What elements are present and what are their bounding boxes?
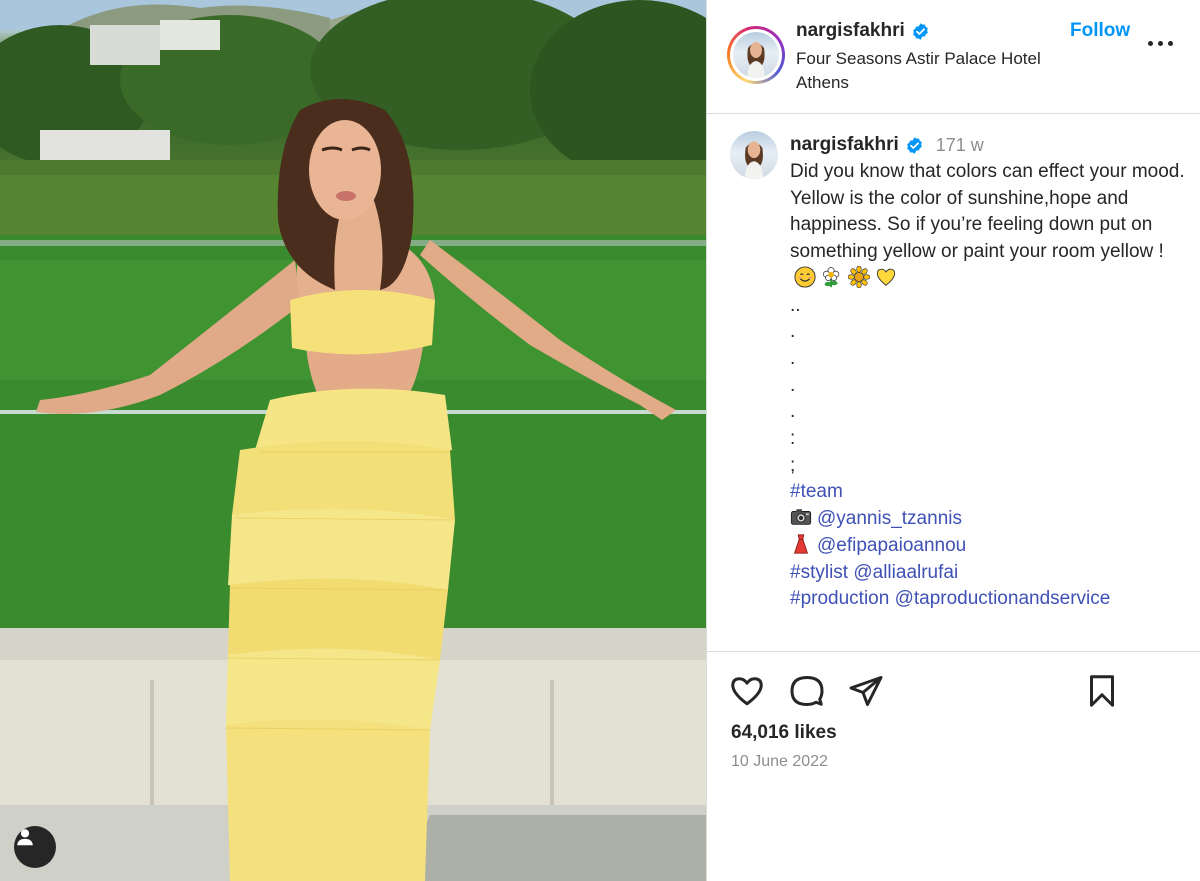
- user-tag-icon[interactable]: [14, 826, 56, 868]
- username-text[interactable]: nargisfakhri: [796, 20, 905, 42]
- camera-emoji-icon: [790, 509, 812, 525]
- stylist-mention[interactable]: @alliaalrufai: [853, 562, 958, 583]
- post-age[interactable]: 171 w: [936, 135, 984, 156]
- caption-line: .: [790, 374, 796, 396]
- stylist-line: #stylist @alliaalrufai: [790, 560, 1185, 587]
- yellow-heart-emoji-icon: [876, 268, 896, 286]
- hashtag-production[interactable]: #production: [790, 588, 889, 609]
- follow-button[interactable]: Follow: [1070, 20, 1130, 42]
- photo-illustration: [0, 0, 706, 881]
- post-actions-bar: 64,016 likes 10 June 2022: [707, 651, 1200, 881]
- sunflower-emoji-icon: [848, 265, 870, 288]
- like-count[interactable]: 64,016 likes: [731, 722, 837, 744]
- caption-line: Yellow is the color of sunshine,hope and…: [790, 186, 1185, 293]
- hashtag-stylist[interactable]: #stylist: [790, 562, 848, 583]
- paper-plane-icon[interactable]: [848, 673, 884, 709]
- dress-credit-line: @efipapaioannou: [790, 533, 1185, 560]
- production-line: #production @taproductionandservice: [790, 586, 1185, 613]
- photo-credit-line: @yannis_tzannis: [790, 506, 1185, 533]
- post-date[interactable]: 10 June 2022: [731, 753, 828, 771]
- smiling-face-emoji-icon: [794, 266, 816, 288]
- post-details-panel: nargisfakhri Four Seasons Astir Palace H…: [707, 0, 1200, 881]
- username[interactable]: nargisfakhri: [796, 20, 930, 42]
- heart-icon[interactable]: [729, 673, 765, 709]
- post-header: nargisfakhri Four Seasons Astir Palace H…: [707, 0, 1200, 114]
- caption-line: .: [790, 321, 796, 343]
- caption-line: .: [790, 347, 796, 369]
- caption-section: nargisfakhri 171 w Did you know that col…: [707, 115, 1200, 651]
- blossom-emoji-icon: [823, 266, 840, 287]
- dress-credit-mention[interactable]: @efipapaioannou: [817, 535, 966, 556]
- photo-credit-mention[interactable]: @yannis_tzannis: [817, 508, 962, 529]
- more-options-icon[interactable]: [1148, 40, 1174, 48]
- verified-badge-icon: [912, 22, 928, 40]
- caption-line: ;: [790, 454, 796, 476]
- caption-line-text: Yellow is the color of sunshine,hope and…: [790, 187, 1164, 263]
- verified-badge-icon: [906, 136, 922, 154]
- production-mention[interactable]: @taproductionandservice: [895, 588, 1111, 609]
- comment-icon[interactable]: [789, 673, 825, 709]
- bookmark-icon[interactable]: [1084, 673, 1120, 709]
- hashtag-team[interactable]: #team: [790, 481, 843, 502]
- avatar[interactable]: [727, 26, 785, 84]
- caption-avatar[interactable]: [730, 131, 778, 179]
- caption-line: Did you know that colors can effect your…: [790, 161, 1185, 182]
- caption-text: Did you know that colors can effect your…: [790, 159, 1185, 613]
- post-photo[interactable]: [0, 0, 706, 881]
- hashtag-team-line: #team: [790, 479, 1185, 506]
- dress-emoji-icon: [793, 534, 809, 554]
- caption-line: .: [790, 401, 796, 423]
- caption-line: :: [790, 428, 796, 450]
- caption-username[interactable]: nargisfakhri: [790, 134, 899, 156]
- caption-line: ..: [790, 294, 801, 316]
- location-link[interactable]: Four Seasons Astir Palace Hotel Athens: [796, 47, 1066, 95]
- caption-header: nargisfakhri 171 w: [790, 134, 984, 156]
